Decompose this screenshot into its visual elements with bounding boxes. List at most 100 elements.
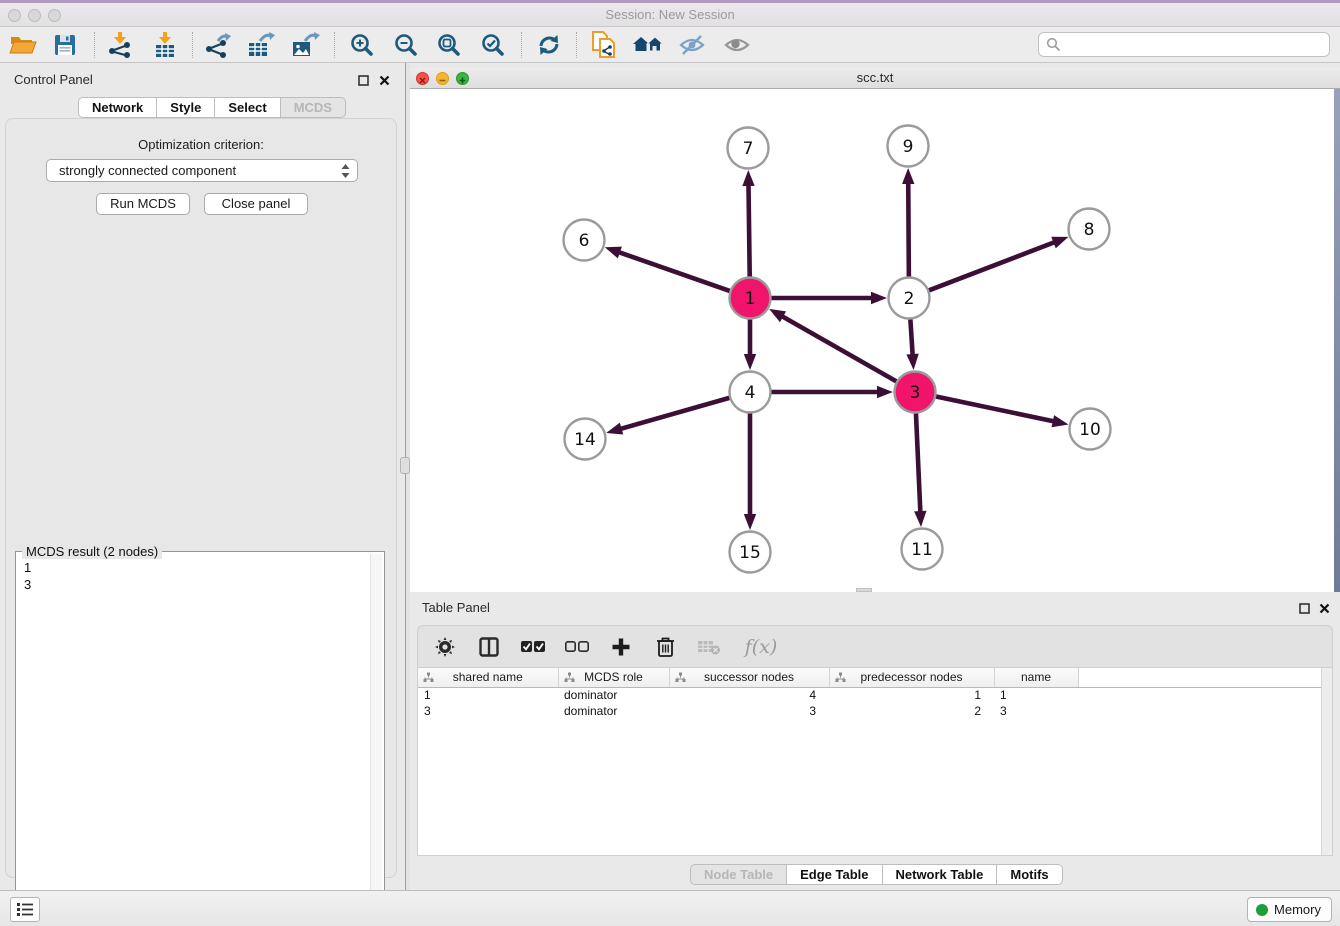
graph-edge-3-11[interactable] (914, 413, 926, 527)
close-table-panel-icon[interactable] (1319, 601, 1330, 619)
first-neighbors-button[interactable] (631, 30, 665, 60)
minimize-window-icon[interactable] (28, 9, 41, 22)
tab-node-table[interactable]: Node Table (690, 864, 787, 885)
graph-edge-4-14[interactable] (606, 398, 729, 435)
zoom-fit-button[interactable] (432, 30, 466, 60)
float-panel-icon[interactable] (358, 73, 369, 91)
delete-table-button[interactable] (694, 632, 724, 662)
close-panel-button[interactable]: Close panel (204, 193, 308, 215)
tab-network[interactable]: Network (78, 97, 157, 118)
memory-button[interactable]: Memory (1247, 897, 1332, 922)
graph-edge-1-6[interactable] (605, 247, 730, 291)
criterion-dropdown[interactable]: strongly connected component (46, 159, 358, 182)
column-header[interactable]: shared name (418, 668, 558, 687)
zoom-out-button[interactable] (389, 30, 423, 60)
tab-mcds[interactable]: MCDS (281, 97, 346, 118)
graph-edge-1-2[interactable] (772, 292, 888, 304)
column-header[interactable]: name (994, 668, 1078, 687)
column-header[interactable]: MCDS role (558, 668, 669, 687)
mcds-result-scrollbar[interactable] (370, 554, 382, 922)
graph-edge-2-8[interactable] (929, 237, 1068, 290)
tab-motifs[interactable]: Motifs (997, 864, 1062, 885)
table-row[interactable]: 3dominator323 (418, 703, 1333, 719)
mcds-result-list[interactable]: 13 (24, 559, 31, 593)
column-header[interactable]: predecessor nodes (829, 668, 994, 687)
graph-node-6[interactable]: 6 (564, 220, 605, 261)
search-box[interactable] (1038, 32, 1330, 57)
graph-node-14[interactable]: 14 (565, 419, 606, 460)
minimize-view-icon[interactable] (436, 72, 449, 85)
table-cell[interactable]: 3 (994, 703, 1078, 719)
graph-edge-2-9[interactable] (902, 168, 914, 277)
table-cell[interactable]: 1 (829, 687, 994, 703)
show-all-button[interactable] (720, 30, 754, 60)
close-window-icon[interactable] (8, 9, 21, 22)
tab-network-table[interactable]: Network Table (883, 864, 998, 885)
table-cell[interactable]: 2 (829, 703, 994, 719)
graph-node-4[interactable]: 4 (730, 372, 771, 413)
graph-node-15[interactable]: 15 (730, 532, 771, 573)
graph-node-1[interactable]: 1 (730, 278, 771, 319)
import-table-button[interactable] (148, 30, 182, 60)
table-cell[interactable]: 3 (418, 703, 558, 719)
show-columns-button[interactable] (474, 632, 504, 662)
deselect-all-rows-button[interactable] (562, 632, 592, 662)
table-cell[interactable]: 4 (669, 687, 829, 703)
close-view-icon[interactable] (416, 72, 429, 85)
splitter-handle[interactable] (400, 457, 410, 474)
export-table-button[interactable] (244, 30, 278, 60)
network-window-titlebar[interactable]: scc.txt (410, 68, 1340, 89)
zoom-window-icon[interactable] (48, 9, 61, 22)
hide-selected-button[interactable] (675, 30, 709, 60)
show-log-button[interactable] (10, 897, 40, 922)
run-mcds-button[interactable]: Run MCDS (96, 193, 190, 215)
export-table-icon (246, 31, 276, 59)
zoom-in-button[interactable] (345, 30, 379, 60)
graph-node-9[interactable]: 9 (888, 126, 929, 167)
graph-edge-2-3[interactable] (906, 319, 918, 370)
table-cell[interactable]: dominator (558, 703, 669, 719)
save-session-button[interactable] (48, 30, 82, 60)
open-session-button[interactable] (6, 30, 40, 60)
graph-edge-4-15[interactable] (744, 414, 756, 531)
graph-node-11[interactable]: 11 (902, 529, 943, 570)
table-row[interactable]: 1dominator411 (418, 687, 1333, 703)
table-settings-button[interactable] (430, 632, 460, 662)
graph-edge-4-3[interactable] (772, 386, 894, 398)
export-image-button[interactable] (288, 30, 322, 60)
svg-text:10: 10 (1079, 420, 1101, 440)
tab-edge-table[interactable]: Edge Table (787, 864, 882, 885)
float-table-panel-icon[interactable] (1299, 601, 1310, 619)
apply-style-button[interactable] (532, 30, 566, 60)
table-cell[interactable]: 3 (669, 703, 829, 719)
add-column-button[interactable] (606, 632, 636, 662)
apply-function-button[interactable]: f(x) (738, 632, 784, 662)
graph-node-8[interactable]: 8 (1069, 209, 1110, 250)
table-scrollbar[interactable] (1321, 668, 1332, 856)
tab-select[interactable]: Select (215, 97, 280, 118)
search-input[interactable] (1061, 35, 1329, 55)
graph-edge-3-10[interactable] (936, 396, 1068, 427)
graph-node-7[interactable]: 7 (728, 128, 769, 169)
select-all-rows-button[interactable] (518, 632, 548, 662)
graph-edge-1-4[interactable] (744, 320, 756, 371)
clone-network-button[interactable] (587, 30, 621, 60)
graph-node-3[interactable]: 3 (895, 372, 936, 413)
graph-node-10[interactable]: 10 (1070, 409, 1111, 450)
table-cell[interactable]: 1 (418, 687, 558, 703)
delete-column-button[interactable] (650, 632, 680, 662)
control-panel-header: Control Panel (0, 70, 405, 90)
zoom-selected-button[interactable] (476, 30, 510, 60)
table-cell[interactable]: dominator (558, 687, 669, 703)
column-header[interactable]: successor nodes (669, 668, 829, 687)
table-cell[interactable]: 1 (994, 687, 1078, 703)
graph-edge-1-7[interactable] (742, 170, 754, 277)
export-network-button[interactable] (201, 30, 235, 60)
tab-style[interactable]: Style (157, 97, 215, 118)
zoom-view-icon[interactable] (456, 72, 469, 85)
graph-edge-3-1[interactable] (769, 309, 896, 381)
import-network-button[interactable] (103, 30, 137, 60)
graph-node-2[interactable]: 2 (889, 278, 930, 319)
close-panel-icon[interactable] (379, 73, 390, 91)
network-canvas[interactable]: 1 2 3 4 6 7 8 9 10 11 14 15 (410, 89, 1334, 592)
